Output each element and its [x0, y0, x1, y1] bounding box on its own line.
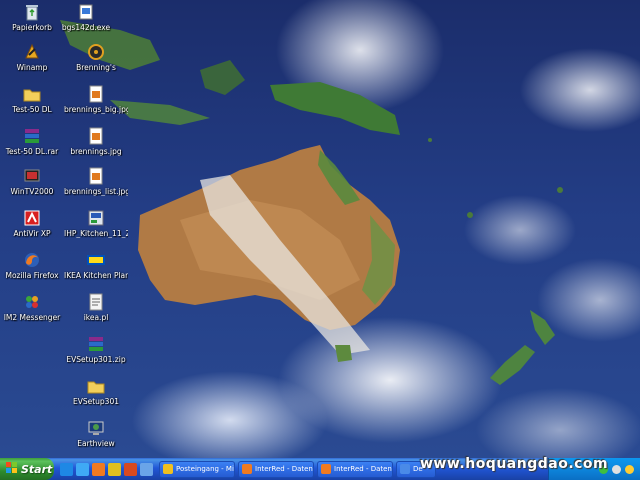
- desktop-icon-ikea-pl[interactable]: ikea.pl: [64, 292, 128, 322]
- desktop-icon-im2-messenger[interactable]: IM2 Messenger: [0, 292, 64, 322]
- desktop-icon-mozilla-firefox[interactable]: Mozilla Firefox: [0, 250, 64, 280]
- file-icon: [86, 292, 106, 312]
- desktop-icon-brennings-big-jpg[interactable]: brennings_big.jpg: [64, 84, 128, 114]
- task-button-label: Posteingang - Micr...: [176, 465, 234, 473]
- earthview-icon: [86, 418, 106, 438]
- folder-icon: [22, 84, 42, 104]
- window-icon: [400, 464, 410, 474]
- task-button-interred-2[interactable]: InterRed - Daten b...: [317, 460, 393, 478]
- desktop-icon-winamp[interactable]: Winamp: [0, 42, 64, 72]
- task-button-label: InterRed - Daten b...: [255, 465, 313, 473]
- firefox-icon: [22, 250, 42, 270]
- desktop-icon-earthview[interactable]: Earthview: [64, 418, 128, 448]
- jpg-file-icon: [86, 166, 106, 186]
- desktop-icon-wintv2000[interactable]: WinTV2000: [0, 166, 64, 196]
- jpg-file-icon: [86, 84, 106, 104]
- media-player-icon[interactable]: [124, 462, 137, 476]
- recycle-bin-icon: [22, 2, 42, 22]
- windows-logo-icon: [6, 461, 18, 477]
- desktop-icon-test-50-dl-rar[interactable]: Test-50 DL.rar: [0, 126, 64, 156]
- firefox-icon: [242, 464, 252, 474]
- watermark-text: www.hoquangdao.com: [420, 456, 609, 472]
- antivir-icon: [22, 208, 42, 228]
- brennings-icon: [86, 42, 106, 62]
- installer-icon: [86, 208, 106, 228]
- wintv-icon: [22, 166, 42, 186]
- desktop-icon-ikea-kitchen-planner[interactable]: IKEA Kitchen Planner: [64, 250, 128, 280]
- quicklaunch-app-icon[interactable]: [140, 462, 153, 476]
- desktop-icon-brennings-list-jpg[interactable]: brennings_list.jpg: [64, 166, 128, 196]
- desktop-icon-antivir-xp[interactable]: AntiVir XP: [0, 208, 64, 238]
- start-button[interactable]: Start: [0, 458, 54, 480]
- desktop-icon-brennings[interactable]: Brenning's: [64, 42, 128, 72]
- desktop-icon-test-50-dl[interactable]: Test-50 DL: [0, 84, 64, 114]
- winamp-icon: [22, 42, 42, 62]
- firefox-icon: [321, 464, 331, 474]
- task-button-interred-1[interactable]: InterRed - Daten b...: [238, 460, 314, 478]
- desktop-icon-ihp-kitchen[interactable]: IHP_Kitchen_11_20...: [64, 208, 128, 238]
- explorer-quicklaunch-icon[interactable]: [108, 462, 121, 476]
- exe-file-icon: [76, 2, 96, 22]
- tray-app-icon[interactable]: [625, 464, 634, 474]
- folder-icon: [86, 376, 106, 396]
- start-label: Start: [21, 462, 53, 476]
- outlook-icon: [163, 464, 173, 474]
- desktop-icon-evsetup301-zip[interactable]: EVSetup301.zip: [64, 334, 128, 364]
- zip-file-icon: [86, 334, 106, 354]
- messenger-icon: [22, 292, 42, 312]
- show-desktop-icon[interactable]: [60, 462, 73, 476]
- desktop-icon-evsetup301-folder[interactable]: EVSetup301: [64, 376, 128, 406]
- ikea-icon: [86, 250, 106, 270]
- tray-volume-icon[interactable]: [612, 464, 621, 474]
- firefox-quicklaunch-icon[interactable]: [92, 462, 105, 476]
- rar-file-icon: [22, 126, 42, 146]
- desktop-icon-bgs142d-exe[interactable]: bgs142d.exe: [54, 2, 118, 32]
- quick-launch-bar: [54, 462, 159, 476]
- internet-explorer-icon[interactable]: [76, 462, 89, 476]
- desktop-icon-brennings-jpg[interactable]: brennings.jpg: [64, 126, 128, 156]
- task-button-posteingang[interactable]: Posteingang - Micr...: [159, 460, 235, 478]
- task-button-label: InterRed - Daten b...: [334, 465, 392, 473]
- desktop-wallpaper: Papierkorb Winamp Test-50 DL Test-50 DL.…: [0, 0, 640, 458]
- jpg-file-icon: [86, 126, 106, 146]
